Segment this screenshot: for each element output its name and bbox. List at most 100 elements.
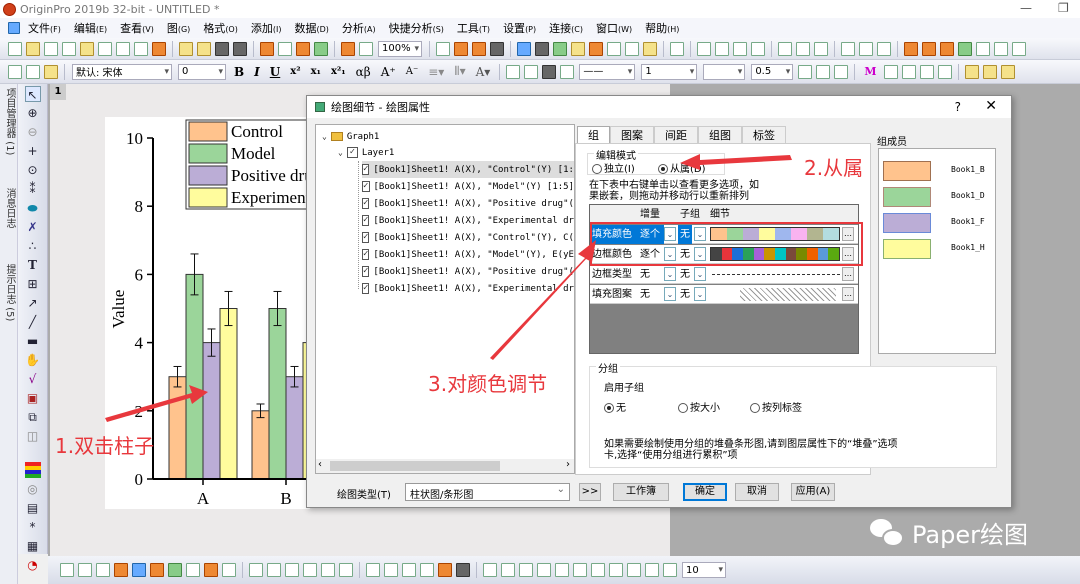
menu-item-3[interactable]: 图(G): [167, 20, 190, 36]
polar-plot-icon[interactable]: [186, 563, 200, 577]
more-button[interactable]: …: [842, 287, 854, 301]
menu-item-4[interactable]: 格式(O): [203, 20, 238, 36]
underline-button[interactable]: U: [270, 65, 280, 79]
close-button[interactable]: ✕: [985, 98, 997, 114]
add-layer-icon[interactable]: [321, 563, 335, 577]
move-layer-icon[interactable]: ⧉: [25, 409, 41, 425]
import-xls-icon[interactable]: [958, 41, 972, 56]
new-notes-icon[interactable]: [134, 41, 148, 56]
import-batch-icon[interactable]: [940, 41, 954, 56]
rescale-x-icon[interactable]: [384, 563, 398, 577]
legend-swatch[interactable]: [188, 121, 228, 142]
member-item[interactable]: Book1_H: [883, 239, 993, 259]
align-icon[interactable]: [456, 563, 470, 577]
duplicate-icon[interactable]: [341, 41, 355, 56]
notes-icon[interactable]: [625, 41, 639, 56]
draw-data-icon[interactable]: ∴: [25, 238, 41, 254]
checkbox[interactable]: ✓: [362, 249, 370, 260]
radio-icon[interactable]: [750, 403, 760, 413]
scroll-thumb[interactable]: [330, 461, 500, 471]
circle-icon[interactable]: ◎: [25, 481, 41, 497]
line-width-select[interactable]: 1: [641, 63, 698, 80]
refresh-icon[interactable]: [517, 41, 531, 56]
region-selector-icon[interactable]: ⬬: [25, 200, 41, 216]
mask-points-icon[interactable]: ✗: [25, 219, 41, 235]
checkbox[interactable]: ✓: [362, 198, 370, 209]
new-folder-icon[interactable]: [26, 41, 40, 56]
plot-type-select[interactable]: 柱状图/条形图: [405, 483, 570, 501]
new-layout-icon[interactable]: [116, 41, 130, 56]
equation-icon[interactable]: √: [25, 371, 41, 387]
radio-dependent[interactable]: 从属(D): [658, 160, 706, 175]
menu-item-7[interactable]: 分析(A): [342, 20, 376, 36]
save-icon[interactable]: [215, 41, 229, 56]
message-log-tab[interactable]: 消息日志: [2, 188, 17, 228]
data-reader-icon[interactable]: ⊙: [25, 162, 41, 178]
scroll-left-icon[interactable]: ‹: [318, 459, 322, 470]
align-right-icon[interactable]: [609, 563, 623, 577]
checkbox[interactable]: ✓: [362, 164, 370, 175]
new-graph-icon[interactable]: [62, 41, 76, 56]
zoom-select[interactable]: 100%: [378, 40, 422, 57]
column-align-icon[interactable]: ⦀▾: [454, 64, 465, 79]
tab-0[interactable]: 组: [577, 126, 610, 144]
pan-icon[interactable]: ✋: [25, 352, 41, 368]
menu-item-10[interactable]: 设置(P): [503, 20, 536, 36]
align-bottom-icon[interactable]: [573, 563, 587, 577]
cancel-button[interactable]: 取消: [735, 483, 779, 501]
bar[interactable]: [185, 273, 204, 480]
italic-button[interactable]: I: [254, 65, 260, 79]
save-template-icon[interactable]: [233, 41, 247, 56]
font-color-icon[interactable]: A▾: [476, 65, 491, 79]
legend-swatch[interactable]: [188, 165, 228, 186]
increase-font-button[interactable]: A⁺: [381, 65, 396, 79]
stack-icon[interactable]: [535, 41, 549, 56]
rescale-icon[interactable]: [366, 563, 380, 577]
command-window-icon[interactable]: [589, 41, 603, 56]
grid-row[interactable]: 填充图案 无 ⌄ 无 ⌄ …: [590, 285, 858, 304]
align-icon[interactable]: ≡▾: [428, 65, 444, 79]
remove-filter-icon[interactable]: [859, 41, 873, 56]
code-builder-icon[interactable]: [607, 41, 621, 56]
restore-icon[interactable]: ❐: [1058, 1, 1069, 15]
border-style-preview[interactable]: [712, 274, 840, 275]
app-settings-icon[interactable]: [643, 41, 657, 56]
decrease-font-button[interactable]: A⁻: [406, 66, 419, 77]
import-ascii-icon[interactable]: [278, 41, 292, 56]
supsub-button[interactable]: x²₁: [331, 66, 346, 77]
front-icon[interactable]: [483, 563, 497, 577]
tab-4[interactable]: 标签: [742, 126, 786, 144]
radio-by-column-label[interactable]: 按列标签: [750, 399, 802, 414]
arrange-layers-icon[interactable]: [303, 563, 317, 577]
member-item[interactable]: Book1_F: [883, 213, 993, 233]
radio-none[interactable]: 无: [604, 399, 626, 414]
print-icon[interactable]: [436, 41, 450, 56]
checkbox[interactable]: ✓: [362, 181, 370, 192]
horizontal-scrollbar[interactable]: ‹ ›: [316, 459, 574, 473]
bar[interactable]: [251, 410, 270, 480]
layer-mgmt-icon[interactable]: [339, 563, 353, 577]
bold-button[interactable]: B: [234, 65, 244, 79]
line-tool-icon[interactable]: ╱: [25, 314, 41, 330]
extract-layer-icon[interactable]: [285, 563, 299, 577]
import-excel-icon[interactable]: [314, 41, 328, 56]
scroll-right-icon[interactable]: ›: [566, 459, 570, 470]
tree-plot-item[interactable]: ✓ [Book1]Sheet1! A(X), "Positive drug"(Y): [362, 195, 574, 212]
pointer-icon[interactable]: ↖: [24, 86, 41, 102]
line-plot-icon[interactable]: [60, 563, 74, 577]
import-data-icon[interactable]: [904, 41, 918, 56]
data-selector-icon[interactable]: ⁑: [25, 181, 41, 197]
sum-icon[interactable]: [697, 41, 711, 56]
merge-icon[interactable]: [919, 64, 934, 79]
annotation-icon[interactable]: ⊞: [25, 276, 41, 292]
menu-item-1[interactable]: 编辑(E): [74, 20, 107, 36]
copy-icon[interactable]: [26, 64, 40, 79]
column-chart-icon[interactable]: [796, 41, 810, 56]
new-excel-icon[interactable]: [152, 41, 166, 56]
tree-plot-item[interactable]: ✓ [Book1]Sheet1! A(X), "Experimental drug: [362, 212, 574, 229]
fill-pattern-preview[interactable]: [740, 288, 836, 301]
mask-icon[interactable]: M: [864, 65, 876, 78]
data-manager-icon[interactable]: [1012, 41, 1026, 56]
group-icon[interactable]: [420, 563, 434, 577]
data-navigator-icon[interactable]: [994, 41, 1008, 56]
